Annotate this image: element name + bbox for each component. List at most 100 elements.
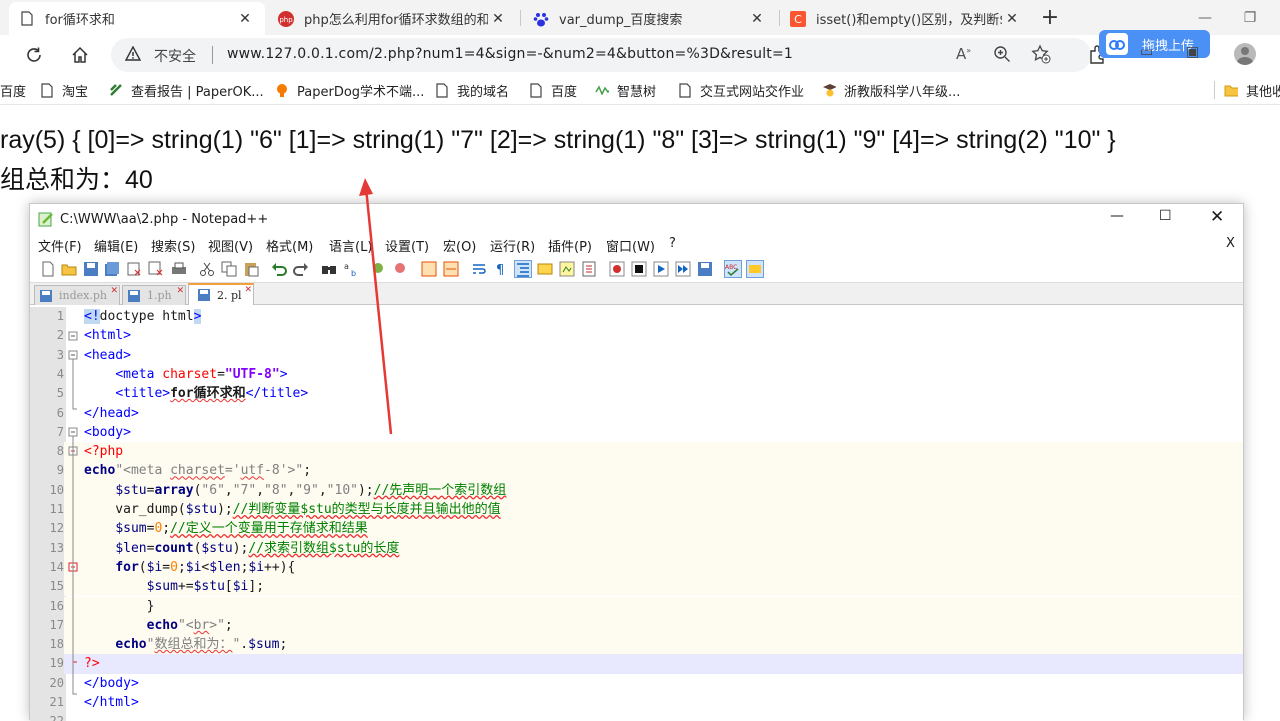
plugin-icon[interactable] — [746, 260, 764, 278]
open-file-icon[interactable] — [60, 260, 78, 278]
home-icon[interactable] — [64, 39, 96, 71]
bookmark-item[interactable]: 百度 — [529, 75, 577, 105]
bookmark-item[interactable]: 百度 — [0, 75, 26, 105]
folder-icon — [1224, 82, 1238, 98]
code-line: 15 $sum+=$stu[$i]; — [30, 577, 1243, 597]
browser-tab[interactable]: php php怎么利用for循环求数组的和- ✕ — [268, 2, 518, 35]
new-file-icon[interactable] — [39, 260, 57, 278]
line-number: 10 — [30, 480, 64, 500]
undo-icon[interactable] — [270, 260, 288, 278]
file-tab-1[interactable]: 1.ph ✕ — [122, 285, 186, 305]
code-editor[interactable]: 1 <!doctype html> 2 <html> 3 <head> 4 <meta… — [30, 307, 1243, 721]
read-aloud-icon[interactable]: A» — [956, 45, 971, 63]
cut-icon[interactable] — [198, 260, 216, 278]
show-all-chars-icon[interactable]: ¶ — [492, 260, 510, 278]
paperok-icon — [109, 82, 123, 98]
menu-settings[interactable]: 设置(T) — [385, 236, 429, 255]
menu-edit[interactable]: 编辑(E) — [94, 236, 138, 255]
menu-window[interactable]: 窗口(W) — [606, 236, 655, 255]
php-site-icon: php — [278, 10, 294, 27]
minimize-icon[interactable]: — — [1110, 208, 1124, 224]
indent-guide-icon[interactable] — [514, 260, 532, 278]
menu-format[interactable]: 格式(M) — [266, 236, 313, 255]
close-file-icon[interactable] — [125, 260, 143, 278]
tab-actions-icon[interactable]: ▣ — [1186, 44, 1199, 60]
file-tab-index[interactable]: index.ph ✕ — [34, 285, 120, 305]
url-bar[interactable]: 不安全 www.127.0.0.1.com/2.php?num1=4&sign=… — [111, 38, 1091, 72]
save-all-icon[interactable] — [103, 260, 121, 278]
paste-icon[interactable] — [242, 260, 260, 278]
replace-icon[interactable]: ab — [342, 260, 360, 278]
restore-icon[interactable]: ❐ — [1230, 0, 1270, 35]
close-tab-icon[interactable]: ✕ — [747, 11, 767, 27]
run-macro-multi-icon[interactable] — [674, 260, 692, 278]
warning-icon[interactable] — [124, 45, 142, 66]
record-macro-icon[interactable] — [608, 260, 626, 278]
save-icon[interactable] — [82, 260, 100, 278]
word-wrap-icon[interactable] — [470, 260, 488, 278]
udl-icon[interactable] — [536, 260, 554, 278]
bookmark-item[interactable]: 智慧树 — [595, 75, 656, 105]
save-macro-icon[interactable] — [696, 260, 714, 278]
play-macro-icon[interactable] — [652, 260, 670, 278]
zoom-in-icon[interactable] — [370, 260, 388, 278]
find-icon[interactable] — [320, 260, 338, 278]
bookmark-item[interactable]: 淘宝 — [40, 75, 88, 105]
menu-language[interactable]: 语言(L) — [329, 236, 372, 255]
url-text[interactable]: www.127.0.0.1.com/2.php?num1=4&sign=-&nu… — [227, 46, 793, 62]
close-tab-icon[interactable]: ✕ — [235, 11, 255, 27]
close-tab-icon[interactable]: ✕ — [1002, 11, 1022, 27]
line-number: 18 — [30, 635, 64, 655]
menu-plugins[interactable]: 插件(P) — [548, 236, 592, 255]
refresh-icon[interactable] — [18, 39, 50, 71]
menu-macro[interactable]: 宏(O) — [443, 236, 476, 255]
menu-view[interactable]: 视图(V) — [208, 236, 253, 255]
close-tab-icon[interactable]: ✕ — [244, 285, 252, 295]
doc-map-icon[interactable] — [558, 260, 576, 278]
sync-horizontal-icon[interactable] — [442, 260, 460, 278]
menu-search[interactable]: 搜索(S) — [151, 236, 195, 255]
close-all-icon[interactable] — [147, 260, 165, 278]
print-icon[interactable] — [170, 260, 188, 278]
bookmark-item[interactable]: 我的域名 — [435, 75, 509, 105]
bookmark-item[interactable]: 查看报告 | PaperOK... — [109, 75, 264, 105]
bookmark-item[interactable]: 交互式网站交作业 — [678, 75, 804, 105]
menu-run[interactable]: 运行(R) — [490, 236, 535, 255]
menu-help[interactable]: ? — [669, 236, 676, 251]
close-tab-icon[interactable]: ✕ — [176, 286, 184, 296]
function-list-icon[interactable] — [580, 260, 598, 278]
bookmark-item[interactable]: 浙教版科学八年级... — [822, 75, 960, 105]
maximize-icon[interactable]: ☐ — [1159, 208, 1172, 224]
paperdog-icon — [275, 82, 289, 98]
redo-icon[interactable] — [292, 260, 310, 278]
browser-tab[interactable]: var_dump_百度搜索 ✕ — [523, 2, 777, 35]
zoom-icon[interactable] — [993, 45, 1011, 67]
browser-tab-active[interactable]: for循环求和 ✕ — [9, 2, 265, 35]
line-number: 5 — [56, 386, 64, 401]
copy-icon[interactable] — [220, 260, 238, 278]
profile-avatar-icon[interactable] — [1234, 43, 1256, 65]
menu-file[interactable]: 文件(F) — [38, 236, 82, 255]
bookmark-item[interactable]: PaperDog学术不端... — [275, 75, 424, 105]
close-tab-icon[interactable]: ✕ — [488, 11, 508, 27]
add-favorite-icon[interactable] — [1031, 44, 1051, 68]
spellcheck-icon[interactable]: ABC — [724, 260, 742, 278]
close-icon[interactable]: ✕ — [1210, 207, 1224, 227]
line-number: 1 — [56, 309, 64, 323]
other-bookmarks[interactable]: 其他收 — [1224, 75, 1280, 105]
line-number: 15 — [30, 577, 64, 597]
browser-tab[interactable]: C isset()和empty()区别，及判断$_p ✕ — [780, 2, 1032, 35]
baidu-paw-icon — [533, 11, 549, 27]
security-label[interactable]: 不安全 — [154, 46, 196, 66]
close-tab-icon[interactable]: ✕ — [110, 286, 118, 296]
zoom-out-icon[interactable] — [392, 260, 410, 278]
collections-icon[interactable]: ▭ — [1140, 44, 1153, 60]
close-document-icon[interactable]: X — [1226, 236, 1235, 251]
file-tab-2-active[interactable]: 2. pl ✕ — [188, 283, 254, 305]
notepad-toolbar: ab ¶ ABC — [30, 256, 1243, 283]
svg-text:a: a — [344, 262, 349, 271]
sync-vertical-icon[interactable] — [420, 260, 438, 278]
stop-macro-icon[interactable] — [630, 260, 648, 278]
new-tab-button[interactable]: + — [1030, 0, 1070, 35]
file-saved-icon — [127, 289, 141, 303]
